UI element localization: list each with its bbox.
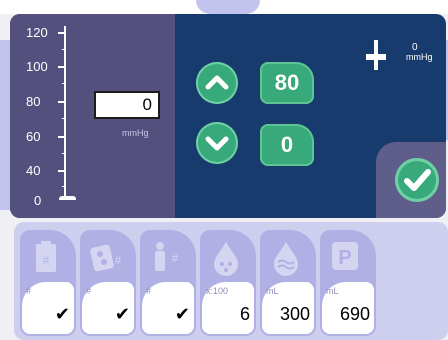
scale-label-120: 120 — [26, 25, 48, 40]
tile-fluid-label: mL — [266, 286, 279, 296]
upper-limit-button[interactable]: 80 — [260, 62, 314, 104]
scale-label-100: 100 — [26, 59, 48, 74]
tile-fluid[interactable]: mL 300 — [260, 230, 316, 336]
chevron-down-icon — [205, 136, 229, 151]
increase-button[interactable] — [196, 62, 238, 104]
scale-label-80: 80 — [26, 94, 41, 109]
clipboard-icon: # — [36, 241, 56, 272]
pressure-value-display: 0 — [94, 91, 160, 119]
tile-device-label: # — [86, 286, 92, 296]
scale-label-40: 40 — [26, 163, 41, 178]
tile-patient[interactable]: # # ✔ — [140, 230, 196, 336]
tile-drops[interactable]: x:100 6 — [200, 230, 256, 336]
top-band — [0, 0, 448, 14]
svg-text:#: # — [172, 251, 179, 265]
parking-icon: P — [332, 242, 358, 270]
check-icon — [404, 169, 431, 191]
drops-icon — [214, 242, 238, 276]
scale-label-60: 60 — [26, 129, 41, 144]
chevron-up-icon — [205, 75, 229, 90]
scale-ticks — [58, 26, 76, 200]
pressure-unit-label: mmHg — [122, 128, 149, 138]
tile-drops-label: x:100 — [206, 286, 229, 296]
patient-icon: # — [155, 242, 179, 271]
lower-limit-button[interactable]: 0 — [260, 124, 314, 166]
tile-order-check: ✔ — [54, 304, 70, 324]
tile-order[interactable]: # # ✔ — [20, 230, 76, 336]
pressure-sensor-icon — [366, 40, 386, 70]
tile-patient-check: ✔ — [174, 304, 190, 324]
tile-drops-value: 6 — [239, 304, 250, 324]
tile-parking-label: mL — [326, 286, 339, 296]
tile-order-label: # — [26, 286, 32, 296]
confirm-button[interactable] — [395, 158, 439, 202]
svg-text:#: # — [115, 253, 122, 267]
decrease-button[interactable] — [196, 122, 238, 164]
pressure-scale-panel: 120 100 80 60 40 0 0 mmHg — [10, 14, 175, 218]
tile-parking-value: 690 — [339, 304, 370, 324]
device-icon: # — [90, 244, 122, 272]
pressure-panel: 120 100 80 60 40 0 0 mmHg 80 0 0 mmHg — [10, 14, 446, 218]
tile-device-check: ✔ — [114, 304, 130, 324]
tile-patient-label: # — [146, 286, 152, 296]
pressure-gauge: 0 mmHg — [366, 40, 436, 80]
top-tab-bump — [196, 0, 260, 14]
fluid-drop-icon — [274, 242, 298, 276]
svg-text:#: # — [43, 253, 50, 267]
tile-fluid-value: 300 — [279, 304, 310, 324]
tile-parking[interactable]: P mL 690 — [320, 230, 376, 336]
tile-device[interactable]: # # ✔ — [80, 230, 136, 336]
svg-text:P: P — [338, 247, 351, 269]
gauge-unit: mmHg — [406, 52, 433, 62]
